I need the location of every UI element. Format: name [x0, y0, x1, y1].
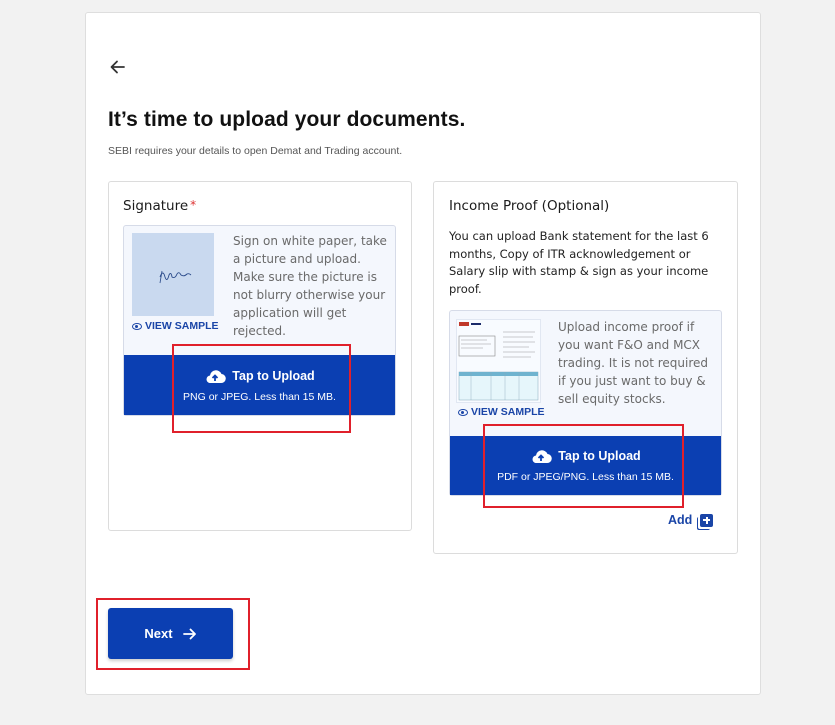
upload-formats: PNG or JPEG. Less than 15 MB.	[183, 390, 336, 403]
signature-upload-button[interactable]: Tap to Upload PNG or JPEG. Less than 15 …	[124, 355, 395, 415]
add-label: Add	[668, 513, 693, 527]
next-button[interactable]: Next	[108, 608, 233, 659]
required-mark: *	[190, 198, 197, 212]
upload-label: Tap to Upload	[558, 449, 641, 463]
next-label: Next	[144, 626, 173, 641]
arrow-right-icon	[182, 628, 196, 639]
bank-statement-thumbnail	[458, 322, 539, 401]
upload-label: Tap to Upload	[232, 368, 315, 383]
income-view-sample-link[interactable]: VIEW SAMPLE	[458, 406, 545, 418]
back-arrow-icon[interactable]	[108, 57, 128, 77]
add-document-button[interactable]: Add	[668, 513, 714, 527]
page-title: It’s time to upload your documents.	[108, 108, 466, 131]
view-sample-label: VIEW SAMPLE	[471, 406, 545, 418]
income-label: Income Proof (Optional)	[449, 198, 610, 214]
signature-hint: Sign on white paper, take a picture and …	[233, 234, 387, 338]
signature-label-text: Signature	[123, 198, 189, 214]
add-icon	[700, 513, 714, 527]
cloud-upload-icon	[206, 369, 227, 383]
signature-scribble	[159, 270, 192, 284]
upload-formats: PDF or JPEG/PNG. Less than 15 MB.	[497, 471, 674, 483]
signature-view-sample-link[interactable]: VIEW SAMPLE	[132, 320, 219, 332]
page-subtitle: SEBI requires your details to open Demat…	[108, 145, 403, 157]
income-upload-button[interactable]: Tap to Upload PDF or JPEG/PNG. Less than…	[450, 436, 721, 495]
cloud-upload-icon	[532, 450, 553, 464]
income-hint: Upload income proof if you want F&O and …	[558, 320, 708, 406]
signature-sample-image[interactable]	[132, 233, 214, 316]
income-description: You can upload Bank statement for the la…	[449, 229, 709, 296]
view-sample-label: VIEW SAMPLE	[145, 320, 219, 332]
income-sample-image[interactable]	[456, 319, 541, 403]
eye-icon	[458, 408, 468, 416]
eye-icon	[132, 322, 142, 330]
signature-label: Signature *	[123, 198, 196, 214]
